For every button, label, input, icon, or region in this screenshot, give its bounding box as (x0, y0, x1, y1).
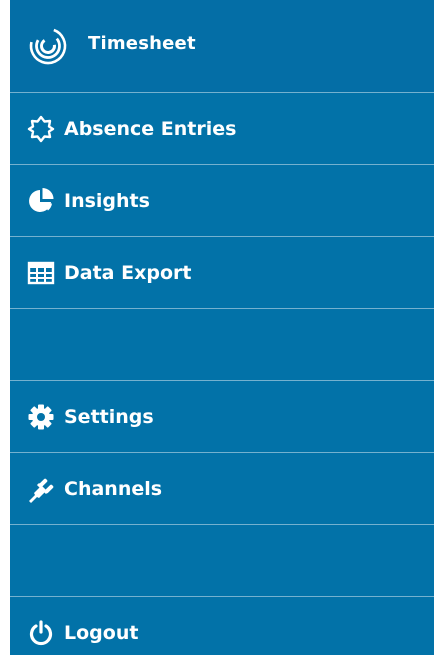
sun-outline-icon (26, 114, 56, 144)
app-title: Timesheet (88, 32, 196, 54)
plug-icon (26, 474, 56, 504)
menu-label-channels: Channels (64, 477, 163, 500)
pie-chart-icon (26, 186, 56, 216)
menu-label-data-export: Data Export (64, 261, 192, 284)
empty-row (10, 525, 434, 596)
empty-row (10, 309, 434, 380)
menu-item-data-export[interactable]: Data Export (10, 237, 434, 308)
menu-label-absence-entries: Absence Entries (64, 117, 237, 140)
power-icon (26, 618, 56, 648)
menu-item-absence-entries[interactable]: Absence Entries (10, 93, 434, 164)
menu-item-channels[interactable]: Channels (10, 453, 434, 524)
table-grid-icon (26, 258, 56, 288)
app-frame: Timesheet Absence Entries Insights Data … (0, 0, 438, 655)
side-menu: Timesheet Absence Entries Insights Data … (10, 0, 434, 655)
timesheet-logo-icon (28, 26, 68, 66)
menu-item-settings[interactable]: Settings (10, 381, 434, 452)
menu-label-insights: Insights (64, 189, 150, 212)
menu-item-logout[interactable]: Logout (10, 597, 434, 655)
gear-icon (26, 402, 56, 432)
menu-header[interactable]: Timesheet (10, 0, 434, 92)
menu-label-logout: Logout (64, 621, 139, 644)
menu-label-settings: Settings (64, 405, 154, 428)
menu-item-insights[interactable]: Insights (10, 165, 434, 236)
